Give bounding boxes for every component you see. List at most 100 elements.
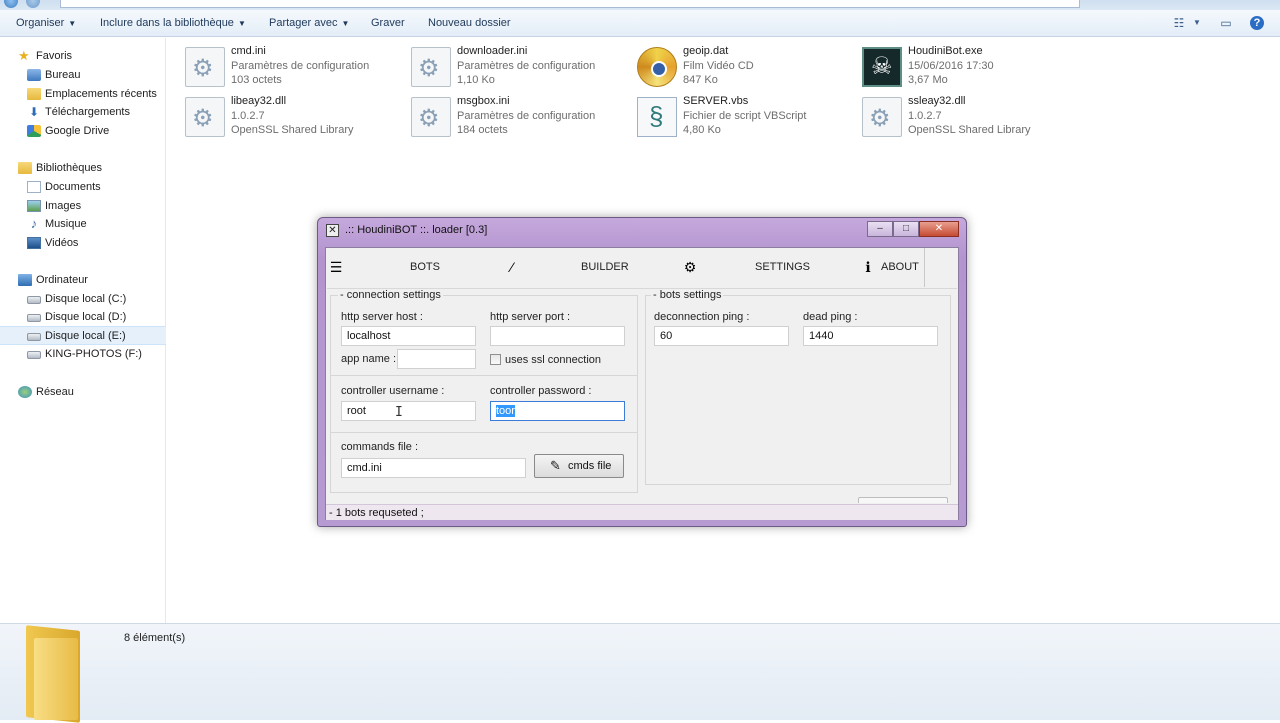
nav-drive-d[interactable]: Disque local (D:) xyxy=(0,308,166,327)
nav-drive-c-label: Disque local (C:) xyxy=(45,293,127,305)
file-item[interactable]: msgbox.ini Paramètres de configuration 1… xyxy=(411,95,631,143)
recent-places-icon xyxy=(27,88,41,100)
nav-libraries[interactable]: Bibliothèques xyxy=(0,159,166,178)
deconnection-ping-input[interactable]: 60 xyxy=(654,326,789,346)
password-input[interactable]: toor xyxy=(490,401,625,421)
new-folder-button[interactable]: Nouveau dossier xyxy=(428,17,511,29)
file-size: 847 Ko xyxy=(683,74,718,86)
file-description: OpenSSL Shared Library xyxy=(231,124,354,136)
nav-google-drive[interactable]: Google Drive xyxy=(0,122,166,141)
commands-file-input[interactable]: cmd.ini xyxy=(341,458,526,478)
tab-bots[interactable]: ☰ BOTS xyxy=(326,248,502,287)
tab-settings[interactable]: ⚙ SETTINGS xyxy=(680,248,858,287)
tab-about-label: ABOUT xyxy=(881,261,919,273)
file-item[interactable]: HoudiniBot.exe 15/06/2016 17:30 3,67 Mo xyxy=(862,45,1082,93)
text-cursor-icon: I xyxy=(395,405,403,420)
preview-pane-icon[interactable]: ▭ xyxy=(1219,16,1233,30)
documents-icon xyxy=(27,181,41,193)
chevron-down-icon[interactable]: ▼ xyxy=(1190,16,1204,30)
minimize-button[interactable]: – xyxy=(867,221,893,237)
view-options-icon[interactable]: ☷ xyxy=(1172,16,1186,30)
nav-favorites[interactable]: ★ Favoris xyxy=(0,47,166,66)
videos-icon xyxy=(27,237,41,249)
app-name-input[interactable] xyxy=(397,349,476,369)
organize-menu[interactable]: Organiser ▼ xyxy=(16,17,76,29)
nav-computer[interactable]: Ordinateur xyxy=(0,271,166,290)
nav-videos[interactable]: Vidéos xyxy=(0,234,166,253)
nav-recent-places[interactable]: Emplacements récents xyxy=(0,85,166,104)
dll-file-icon xyxy=(185,97,225,137)
nav-network-label: Réseau xyxy=(36,386,74,398)
nav-images-label: Images xyxy=(45,200,82,212)
network-icon xyxy=(18,386,32,398)
forward-button[interactable] xyxy=(26,0,40,8)
share-with-menu[interactable]: Partager avec ▼ xyxy=(269,17,349,29)
ssl-checkbox[interactable] xyxy=(490,354,501,365)
help-icon[interactable]: ? xyxy=(1250,16,1264,30)
nav-downloads-label: Téléchargements xyxy=(45,106,130,118)
drive-icon xyxy=(27,314,41,322)
include-library-label: Inclure dans la bibliothèque xyxy=(100,17,234,29)
navigation-pane: ★ Favoris Bureau Emplacements récents ⬇ Té… xyxy=(0,38,166,623)
nav-drive-c[interactable]: Disque local (C:) xyxy=(0,290,166,309)
nav-drive-f[interactable]: KING-PHOTOS (F:) xyxy=(0,345,166,364)
nav-desktop-label: Bureau xyxy=(45,69,81,81)
password-label: controller password : xyxy=(490,385,592,397)
info-icon: ℹ xyxy=(865,259,871,275)
host-input[interactable]: localhost xyxy=(341,326,476,346)
address-bar[interactable] xyxy=(60,0,1080,8)
maximize-button[interactable]: □ xyxy=(893,221,919,237)
file-type: Fichier de script VBScript xyxy=(683,110,807,122)
host-label: http server host : xyxy=(341,311,423,323)
window-title: .:: HoudiniBOT ::. loader [0.3] xyxy=(345,224,488,236)
hidden-button-edge[interactable] xyxy=(858,497,948,503)
dll-file-icon xyxy=(862,97,902,137)
tab-builder[interactable]: ⁄ BUILDER xyxy=(502,248,680,287)
library-icon xyxy=(18,162,32,174)
nav-desktop[interactable]: Bureau xyxy=(0,66,166,85)
address-bar-strip xyxy=(0,0,1280,10)
cmds-file-button[interactable]: ✎ cmds file xyxy=(534,454,624,478)
folder-icon xyxy=(22,625,80,723)
deconnection-ping-label: deconnection ping : xyxy=(654,311,750,323)
settings-panel: - connection settings http server host :… xyxy=(327,288,957,503)
nav-drive-e-label: Disque local (E:) xyxy=(45,330,126,342)
nav-downloads[interactable]: ⬇ Téléchargements xyxy=(0,103,166,122)
gear-icon: ⚙ xyxy=(683,259,697,275)
bots-settings-title: - bots settings xyxy=(651,289,724,301)
username-input[interactable]: root xyxy=(341,401,476,421)
nav-network[interactable]: Réseau xyxy=(0,383,166,402)
file-item[interactable]: libeay32.dll 1.0.2.7 OpenSSL Shared Libr… xyxy=(185,95,405,143)
nav-libraries-label: Bibliothèques xyxy=(36,162,103,174)
nav-images[interactable]: Images xyxy=(0,197,166,216)
file-item[interactable]: ssleay32.dll 1.0.2.7 OpenSSL Shared Libr… xyxy=(862,95,1082,143)
burn-button[interactable]: Graver xyxy=(371,17,405,29)
include-library-menu[interactable]: Inclure dans la bibliothèque ▼ xyxy=(100,17,246,29)
download-icon: ⬇ xyxy=(28,105,40,119)
file-item[interactable]: geoip.dat Film Vidéo CD 847 Ko xyxy=(637,45,857,93)
app-name-label: app name : xyxy=(341,353,397,365)
star-icon: ★ xyxy=(18,48,30,63)
share-with-label: Partager avec xyxy=(269,17,338,29)
back-button[interactable] xyxy=(4,0,18,8)
username-label: controller username : xyxy=(341,385,445,397)
item-count: 8 élément(s) xyxy=(124,632,186,644)
port-input[interactable] xyxy=(490,326,625,346)
nav-music[interactable]: ♪ Musique xyxy=(0,215,166,234)
file-name: libeay32.dll xyxy=(231,95,287,107)
file-type: Film Vidéo CD xyxy=(683,60,754,72)
nav-drive-e[interactable]: Disque local (E:) xyxy=(0,326,166,345)
divider xyxy=(331,375,637,376)
desktop-icon xyxy=(27,69,41,81)
tab-about[interactable]: ℹ ABOUT xyxy=(858,248,925,287)
file-item[interactable]: cmd.ini Paramètres de configuration 103 … xyxy=(185,45,405,93)
nav-documents[interactable]: Documents xyxy=(0,178,166,197)
close-button[interactable]: ✕ xyxy=(919,221,959,237)
dead-ping-input[interactable]: 1440 xyxy=(803,326,938,346)
drive-icon xyxy=(27,296,41,304)
nav-favorites-label: Favoris xyxy=(36,50,73,62)
file-item[interactable]: SERVER.vbs Fichier de script VBScript 4,… xyxy=(637,95,857,143)
divider xyxy=(331,432,637,433)
file-item[interactable]: downloader.ini Paramètres de configurati… xyxy=(411,45,631,93)
nav-drive-f-label: KING-PHOTOS (F:) xyxy=(45,348,142,360)
